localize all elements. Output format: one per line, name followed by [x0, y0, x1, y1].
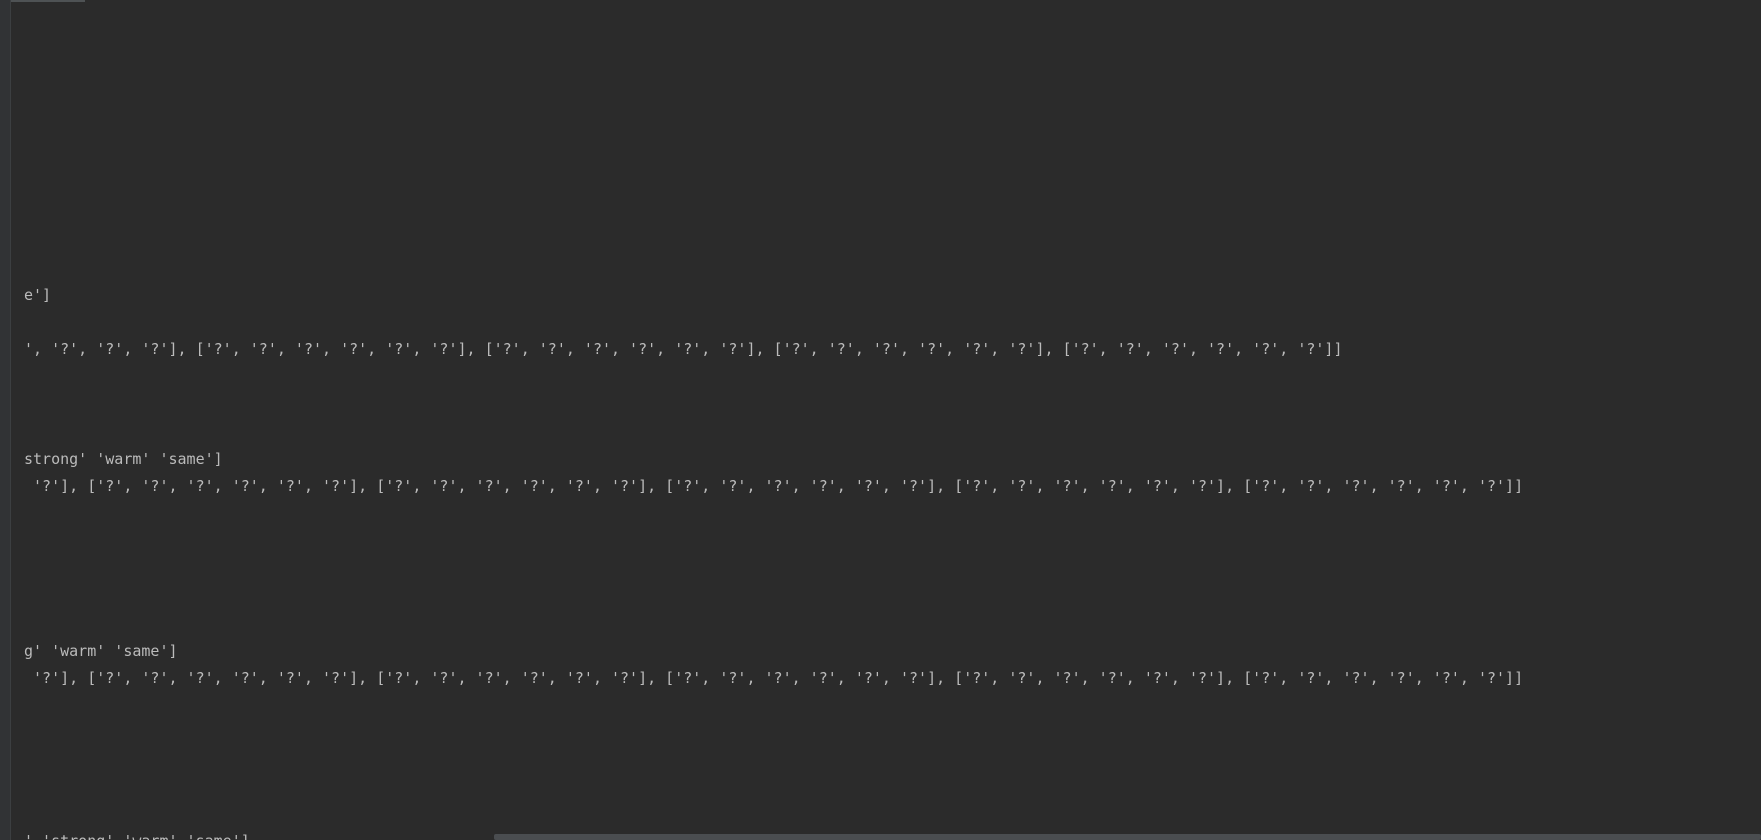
- output-line-3: strong' 'warm' 'same']: [24, 450, 223, 468]
- console-gutter: [0, 0, 11, 840]
- output-line-5: g' 'warm' 'same']: [24, 642, 178, 660]
- output-line-1: e']: [24, 286, 52, 304]
- horizontal-scrollbar[interactable]: [0, 834, 1761, 840]
- horizontal-scrollbar-thumb[interactable]: [494, 834, 1761, 840]
- output-line-4: '?'], ['?', '?', '?', '?', '?', '?'], ['…: [24, 477, 1524, 495]
- output-line-6: '?'], ['?', '?', '?', '?', '?', '?'], ['…: [24, 669, 1524, 687]
- output-line-2: ', '?', '?', '?'], ['?', '?', '?', '?', …: [24, 340, 1343, 358]
- console-output-area[interactable]: e'] ', '?', '?', '?'], ['?', '?', '?', '…: [24, 0, 1761, 840]
- console-output-window[interactable]: e'] ', '?', '?', '?'], ['?', '?', '?', '…: [0, 0, 1761, 840]
